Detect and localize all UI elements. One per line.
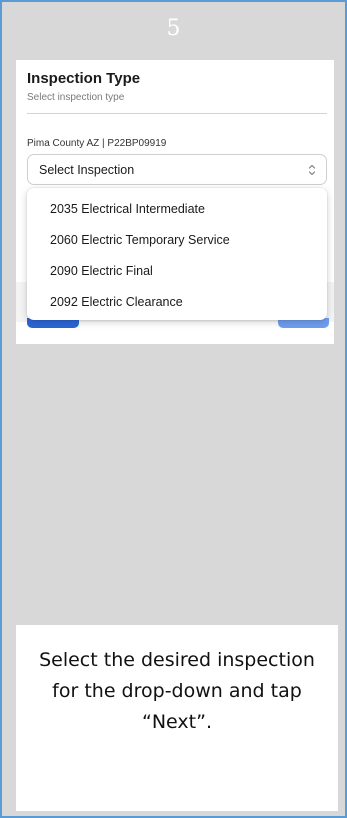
divider bbox=[27, 113, 327, 114]
page-subtitle: Select inspection type bbox=[27, 92, 125, 103]
instruction-box: Select the desired inspection for the dr… bbox=[16, 625, 338, 811]
step-header: 5 bbox=[2, 2, 345, 60]
step-number: 5 bbox=[166, 16, 181, 41]
dropdown-option[interactable]: 2060 Electric Temporary Service bbox=[50, 233, 230, 253]
page-title: Inspection Type bbox=[27, 70, 141, 87]
tutorial-frame: 5 Inspection Type Select inspection type… bbox=[0, 0, 347, 818]
inspection-select-value: Select Inspection bbox=[39, 163, 135, 177]
dropdown-option[interactable]: 2092 Electric Clearance bbox=[50, 295, 183, 315]
inspection-dropdown-menu: 2035 Electrical Intermediate 2060 Electr… bbox=[27, 188, 327, 320]
chevron-up-down-icon bbox=[308, 164, 316, 176]
dropdown-option[interactable]: 2090 Electric Final bbox=[50, 264, 153, 284]
inspection-select[interactable]: Select Inspection bbox=[27, 154, 327, 185]
permit-label: Pima County AZ | P22BP09919 bbox=[27, 138, 167, 149]
dropdown-option[interactable]: 2035 Electrical Intermediate bbox=[50, 202, 205, 222]
instruction-text: Select the desired inspection for the dr… bbox=[39, 649, 315, 733]
app-screen: Inspection Type Select inspection type P… bbox=[16, 60, 334, 344]
